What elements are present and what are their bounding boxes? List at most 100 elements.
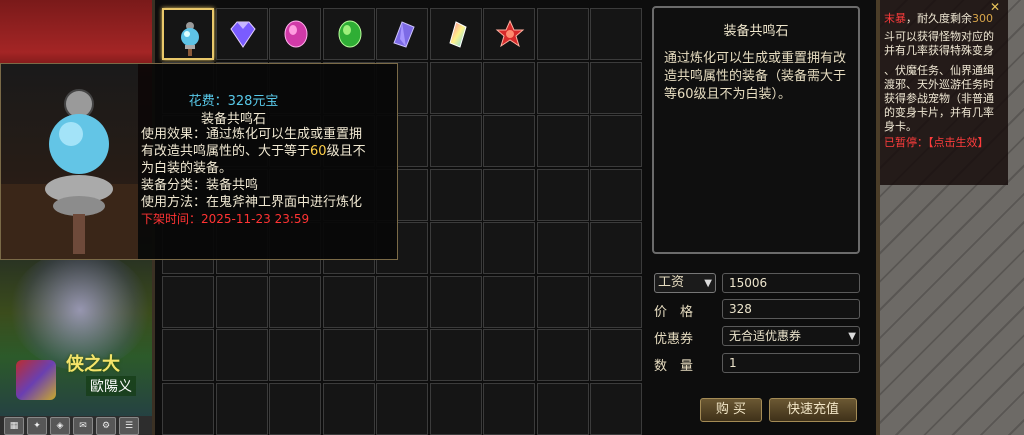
tooltip-details: 使用效果：通过炼化可以生成或重置拥 有改造共鸣属性的、大于等于60级且不 为白装… — [141, 126, 396, 228]
empty-item-slot[interactable] — [269, 382, 321, 435]
skill-icon[interactable]: ✦ — [27, 417, 47, 435]
detail-title: 装备共鸣石 — [723, 24, 789, 39]
buy-button[interactable]: 购 买 — [700, 398, 762, 422]
item-slot-equip-resonance-stone[interactable] — [162, 8, 214, 60]
empty-item-slot[interactable] — [590, 168, 642, 221]
empty-item-slot[interactable] — [322, 382, 375, 435]
red-star-icon — [495, 19, 525, 49]
empty-item-slot[interactable] — [376, 382, 428, 435]
resonance-stone-icon — [175, 20, 205, 56]
settings-icon[interactable]: ⚙ — [96, 417, 116, 435]
empty-item-slot[interactable] — [590, 222, 642, 274]
quantity-row: 数 量 1 — [654, 353, 864, 375]
empty-item-slot[interactable] — [536, 329, 589, 381]
item-slot-green-gem[interactable] — [322, 8, 375, 60]
close-icon[interactable]: ✕ — [990, 0, 1000, 14]
bag-icon[interactable]: ▦ — [4, 417, 24, 435]
empty-item-slot[interactable] — [429, 329, 482, 381]
chevron-down-icon: ▼ — [848, 331, 856, 342]
empty-item-slot[interactable] — [483, 275, 535, 328]
player-sprite[interactable] — [16, 360, 56, 400]
item-slot-pink-gem[interactable] — [269, 8, 321, 60]
empty-item-slot[interactable] — [429, 115, 482, 167]
menu-icon[interactable]: ☰ — [119, 417, 139, 435]
empty-item-slot[interactable] — [322, 329, 375, 381]
resonance-stone-image — [1, 64, 138, 259]
price-field: 328 — [722, 299, 860, 319]
item-tooltip: 花费：328元宝 装备共鸣石 使用效果：通过炼化可以生成或重置拥 有改造共鸣属性… — [0, 63, 398, 260]
hotbar: ▦ ✦ ◈ ✉ ⚙ ☰ — [0, 416, 156, 435]
green-gem-icon — [335, 19, 365, 49]
empty-item-slot[interactable] — [376, 329, 428, 381]
empty-item-slot[interactable] — [590, 329, 642, 381]
coupon-label: 优惠券 — [654, 332, 694, 347]
npc-name[interactable]: 歐陽义 — [86, 376, 136, 396]
empty-item-slot[interactable] — [429, 168, 482, 221]
empty-item-slot[interactable] — [483, 382, 535, 435]
empty-item-slot[interactable] — [590, 8, 642, 60]
quest-tracker: 末暴，耐久度剩余300 斗可以获得怪物对应的并有几率获得特殊变身 、伏魔任务、仙… — [880, 0, 1008, 185]
currency-row: 工资 ▼ 15006 — [654, 273, 864, 295]
activate-link[interactable]: 【点击生效】 — [928, 136, 989, 149]
item-slot-purple-crystal[interactable] — [376, 8, 428, 60]
quest-durability-line: 末暴，耐久度剩余300 — [884, 12, 993, 25]
empty-item-slot[interactable] — [429, 61, 482, 114]
diamond-icon — [228, 19, 258, 49]
quest-status: 已暂停：【点击生效】 — [884, 136, 989, 149]
empty-item-slot[interactable] — [483, 168, 535, 221]
rainbow-crystal-icon — [442, 19, 472, 49]
empty-item-slot[interactable] — [536, 222, 589, 274]
coupon-row: 优惠券 无合适优惠券 ▼ — [654, 326, 864, 348]
currency-balance: 15006 — [722, 273, 860, 293]
empty-item-slot[interactable] — [536, 8, 589, 60]
item-slot-red-star-stone[interactable] — [483, 8, 535, 60]
empty-item-slot[interactable] — [536, 275, 589, 328]
empty-item-slot[interactable] — [269, 329, 321, 381]
empty-item-slot[interactable] — [590, 115, 642, 167]
price-label: 价 格 — [654, 305, 694, 320]
empty-item-slot[interactable] — [162, 382, 214, 435]
empty-item-slot[interactable] — [590, 275, 642, 328]
empty-item-slot[interactable] — [483, 115, 535, 167]
empty-item-slot[interactable] — [483, 329, 535, 381]
empty-item-slot[interactable] — [215, 382, 268, 435]
empty-item-slot[interactable] — [162, 275, 214, 328]
empty-item-slot[interactable] — [536, 382, 589, 435]
empty-item-slot[interactable] — [590, 61, 642, 114]
empty-item-slot[interactable] — [269, 275, 321, 328]
empty-item-slot[interactable] — [376, 275, 428, 328]
empty-item-slot[interactable] — [429, 275, 482, 328]
empty-item-slot[interactable] — [536, 61, 589, 114]
item-slot-rainbow-crystal[interactable] — [429, 8, 482, 60]
empty-item-slot[interactable] — [590, 382, 642, 435]
price-row: 价 格 328 — [654, 299, 864, 321]
coupon-dropdown[interactable]: 无合适优惠券 ▼ — [722, 326, 860, 346]
empty-item-slot[interactable] — [429, 382, 482, 435]
empty-item-slot[interactable] — [215, 329, 268, 381]
quantity-input[interactable]: 1 — [722, 353, 860, 373]
empty-item-slot[interactable] — [162, 329, 214, 381]
tooltip-item-name: 装备共鸣石 — [200, 112, 266, 127]
tooltip-cost: 花费：328元宝 — [188, 94, 279, 109]
quest-text-2: 、伏魔任务、仙界通缉渡邪、天外巡游任务时获得参战宠物（非普通的变身卡片，并有几率… — [884, 64, 994, 133]
detail-description: 通过炼化可以生成或重置拥有改造共鸣属性的装备（装备需大于等60级且不为白装）。 — [664, 51, 847, 102]
purple-crystal-icon — [388, 19, 418, 49]
quest-text-1: 斗可以获得怪物对应的并有几率获得特殊变身 — [884, 30, 994, 57]
empty-item-slot[interactable] — [536, 115, 589, 167]
empty-item-slot[interactable] — [429, 222, 482, 274]
map-icon[interactable]: ◈ — [50, 417, 70, 435]
empty-item-slot[interactable] — [322, 275, 375, 328]
empty-item-slot[interactable] — [536, 168, 589, 221]
empty-item-slot[interactable] — [483, 61, 535, 114]
mail-icon[interactable]: ✉ — [73, 417, 93, 435]
quantity-label: 数 量 — [654, 359, 694, 374]
tooltip-expire: 下架时间：2025-11-23 23:59 — [141, 212, 310, 226]
empty-item-slot[interactable] — [215, 275, 268, 328]
currency-type-dropdown[interactable]: 工资 ▼ — [654, 273, 716, 293]
item-detail-panel: 装备共鸣石 通过炼化可以生成或重置拥有改造共鸣属性的装备（装备需大于等60级且不… — [652, 6, 860, 254]
quick-recharge-button[interactable]: 快速充值 — [769, 398, 857, 422]
pink-gem-icon — [281, 19, 311, 49]
empty-item-slot[interactable] — [483, 222, 535, 274]
item-slot-blue-purple-diamond[interactable] — [215, 8, 268, 60]
npc-title: 侠之大 — [66, 354, 120, 375]
